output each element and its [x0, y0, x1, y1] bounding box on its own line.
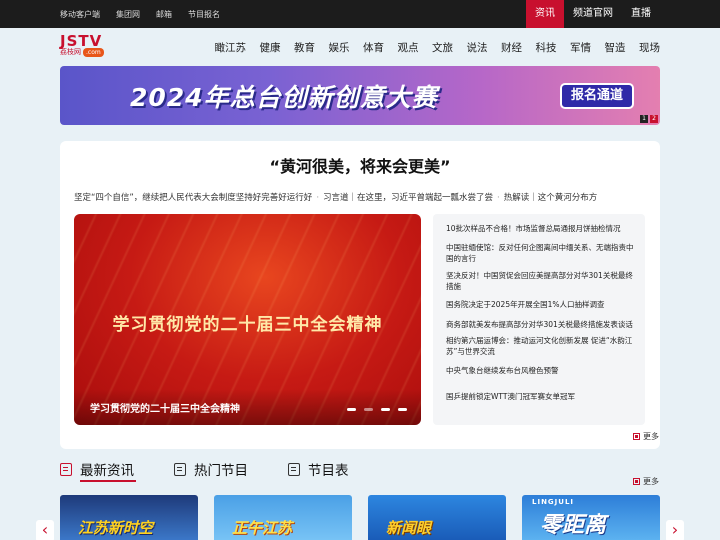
separator: ·: [316, 193, 320, 203]
section-tabs: 最新资讯 热门节目 节目表: [60, 459, 389, 482]
banner-page-1[interactable]: 1: [640, 115, 648, 123]
top-right-links: 资讯 频道官网 直播: [526, 0, 660, 28]
slide-pagination: [339, 408, 407, 411]
logo-badge: .com: [83, 48, 104, 57]
nav-item-military[interactable]: 军情: [570, 40, 591, 55]
program-signup-link[interactable]: 节目报名: [188, 9, 220, 20]
main-nav: 瞰江苏 健康 教育 娱乐 体育 观点 文旅 说法 财经 科技 军情 智造 现场: [201, 40, 661, 55]
signup-channel-button[interactable]: 报名通道: [560, 83, 634, 109]
thumbnail-subtitle: LINGJULI: [532, 498, 575, 506]
tab-schedule[interactable]: 节目表: [288, 459, 349, 479]
featured-slideshow[interactable]: 学习贯彻党的二十届三中全会精神 学习贯彻党的二十届三中全会精神: [74, 214, 421, 425]
news-list: 10批次样品不合格！市场监督总局通报月饼抽检情况 中国驻缅使馆：反对任何企图离间…: [433, 214, 645, 425]
tab-popular-programs[interactable]: 热门节目: [174, 459, 248, 479]
sub-headline-link[interactable]: 热解读｜这个黄河分布方: [504, 193, 598, 203]
top-bar: 移动客户端 集团网 邮箱 节目报名 资讯 频道官网 直播: [0, 0, 720, 28]
logo-sub: 荔枝网 .com: [60, 48, 120, 57]
banner-title: 2024年总台创新创意大赛: [130, 83, 438, 112]
news-list-item[interactable]: 10批次样品不合格！市场监督总局通报月饼抽检情况: [446, 223, 637, 234]
nav-item-opinion[interactable]: 观点: [398, 40, 419, 55]
group-site-link[interactable]: 集团网: [116, 9, 140, 20]
carousel-prev-arrow-icon[interactable]: ‹: [36, 520, 54, 540]
program-thumbnail[interactable]: 江苏新时空: [60, 495, 198, 540]
news-tab-link[interactable]: 资讯: [526, 0, 564, 28]
nav-item-sports[interactable]: 体育: [363, 40, 384, 55]
mobile-client-link[interactable]: 移动客户端: [60, 9, 100, 20]
news-list-item[interactable]: 坚决反对！中国贸促会回应美提高部分对华301关税最终措施: [446, 270, 637, 292]
carousel-next-arrow-icon[interactable]: ›: [666, 520, 684, 540]
slide-caption[interactable]: 学习贯彻党的二十届三中全会精神: [90, 400, 240, 415]
news-more-link[interactable]: 更多: [633, 431, 659, 442]
thumbnail-title: 零距离: [540, 513, 607, 538]
sub-headline-link[interactable]: 坚定“四个自信”，继续把人民代表大会制度坚持好完善好运行好: [74, 193, 312, 203]
grid-icon: [633, 433, 640, 440]
nav-item-scene[interactable]: 现场: [639, 40, 660, 55]
tab-label: 节目表: [308, 463, 349, 479]
thumbnail-title: 江苏新时空: [78, 519, 154, 537]
nav-item-culture-travel[interactable]: 文旅: [432, 40, 453, 55]
news-list-item[interactable]: 中国驻缅使馆：反对任何企图离间中缅关系、无端指责中国的言行: [446, 242, 637, 264]
nav-item-health[interactable]: 健康: [260, 40, 281, 55]
document-icon: [60, 462, 72, 476]
sub-headline-link[interactable]: 习言道｜在这里，习近平曾端起一瓢水尝了尝: [323, 193, 493, 203]
tabs-more-link[interactable]: 更多: [633, 476, 659, 487]
news-list-item[interactable]: 国务院决定于2025年开展全国1%人口抽样调查: [446, 299, 637, 310]
headline-card: “黄河很美，将来会更美” 坚定“四个自信”，继续把人民代表大会制度坚持好完善好运…: [60, 141, 660, 449]
nav-item-manufacturing[interactable]: 智造: [605, 40, 626, 55]
tab-label: 热门节目: [194, 463, 248, 479]
news-list-item[interactable]: 商务部就美发布提高部分对华301关税最终措施发表谈话: [446, 319, 637, 330]
tab-latest-news[interactable]: 最新资讯: [60, 459, 136, 482]
thumbnail-title: 新闻眼: [386, 519, 432, 537]
slide-dot[interactable]: [364, 408, 373, 411]
slide-dot[interactable]: [381, 408, 390, 411]
news-list-item[interactable]: 相约第六届运博会：推动运河文化创新发展 促进“水韵江苏”与世界交流: [446, 335, 637, 357]
news-list-item[interactable]: 国乒提前锁定WTT澳门冠军赛女单冠军: [446, 391, 637, 402]
list-icon: [174, 462, 186, 476]
tab-label: 最新资讯: [80, 463, 134, 479]
nav-item-law[interactable]: 说法: [467, 40, 488, 55]
more-label: 更多: [643, 432, 659, 441]
slide-dot[interactable]: [398, 408, 407, 411]
more-label: 更多: [643, 477, 659, 486]
program-thumbnail[interactable]: LINGJULI 零距离: [522, 495, 660, 540]
grid-icon: [633, 478, 640, 485]
program-thumbnails: 江苏新时空 正午江苏 新闻眼 LINGJULI 零距离: [60, 495, 660, 540]
page-headline[interactable]: “黄河很美，将来会更美”: [60, 153, 660, 177]
schedule-icon: [288, 462, 300, 476]
news-list-item[interactable]: 中央气象台继续发布台风橙色预警: [446, 365, 637, 376]
live-link[interactable]: 直播: [622, 0, 660, 28]
logo-sub-text: 荔枝网: [60, 48, 81, 56]
logo-main-text: JSTV: [60, 32, 103, 50]
channel-site-link[interactable]: 频道官网: [564, 0, 622, 28]
slide-dot[interactable]: [347, 408, 356, 411]
slide-image-text: 学习贯彻党的二十届三中全会精神: [112, 315, 383, 335]
separator: ·: [497, 193, 500, 203]
nav-item-tech[interactable]: 科技: [536, 40, 557, 55]
banner-page-2[interactable]: 2: [650, 115, 658, 123]
top-left-links: 移动客户端 集团网 邮箱 节目报名: [60, 0, 236, 28]
thumbnail-title: 正午江苏: [232, 519, 293, 537]
sub-headlines: 坚定“四个自信”，继续把人民代表大会制度坚持好完善好运行好 · 习言道｜在这里，习近…: [74, 191, 654, 203]
mailbox-link[interactable]: 邮箱: [156, 9, 172, 20]
program-thumbnail[interactable]: 新闻眼: [368, 495, 506, 540]
nav-item-kan-jiangsu[interactable]: 瞰江苏: [215, 40, 247, 55]
nav-item-finance[interactable]: 财经: [501, 40, 522, 55]
nav-item-education[interactable]: 教育: [294, 40, 315, 55]
promo-banner[interactable]: 2024年总台创新创意大赛 报名通道 1 2: [60, 66, 660, 125]
site-logo[interactable]: JSTV 荔枝网 .com: [60, 34, 120, 58]
program-thumbnail[interactable]: 正午江苏: [214, 495, 352, 540]
nav-item-entertainment[interactable]: 娱乐: [329, 40, 350, 55]
